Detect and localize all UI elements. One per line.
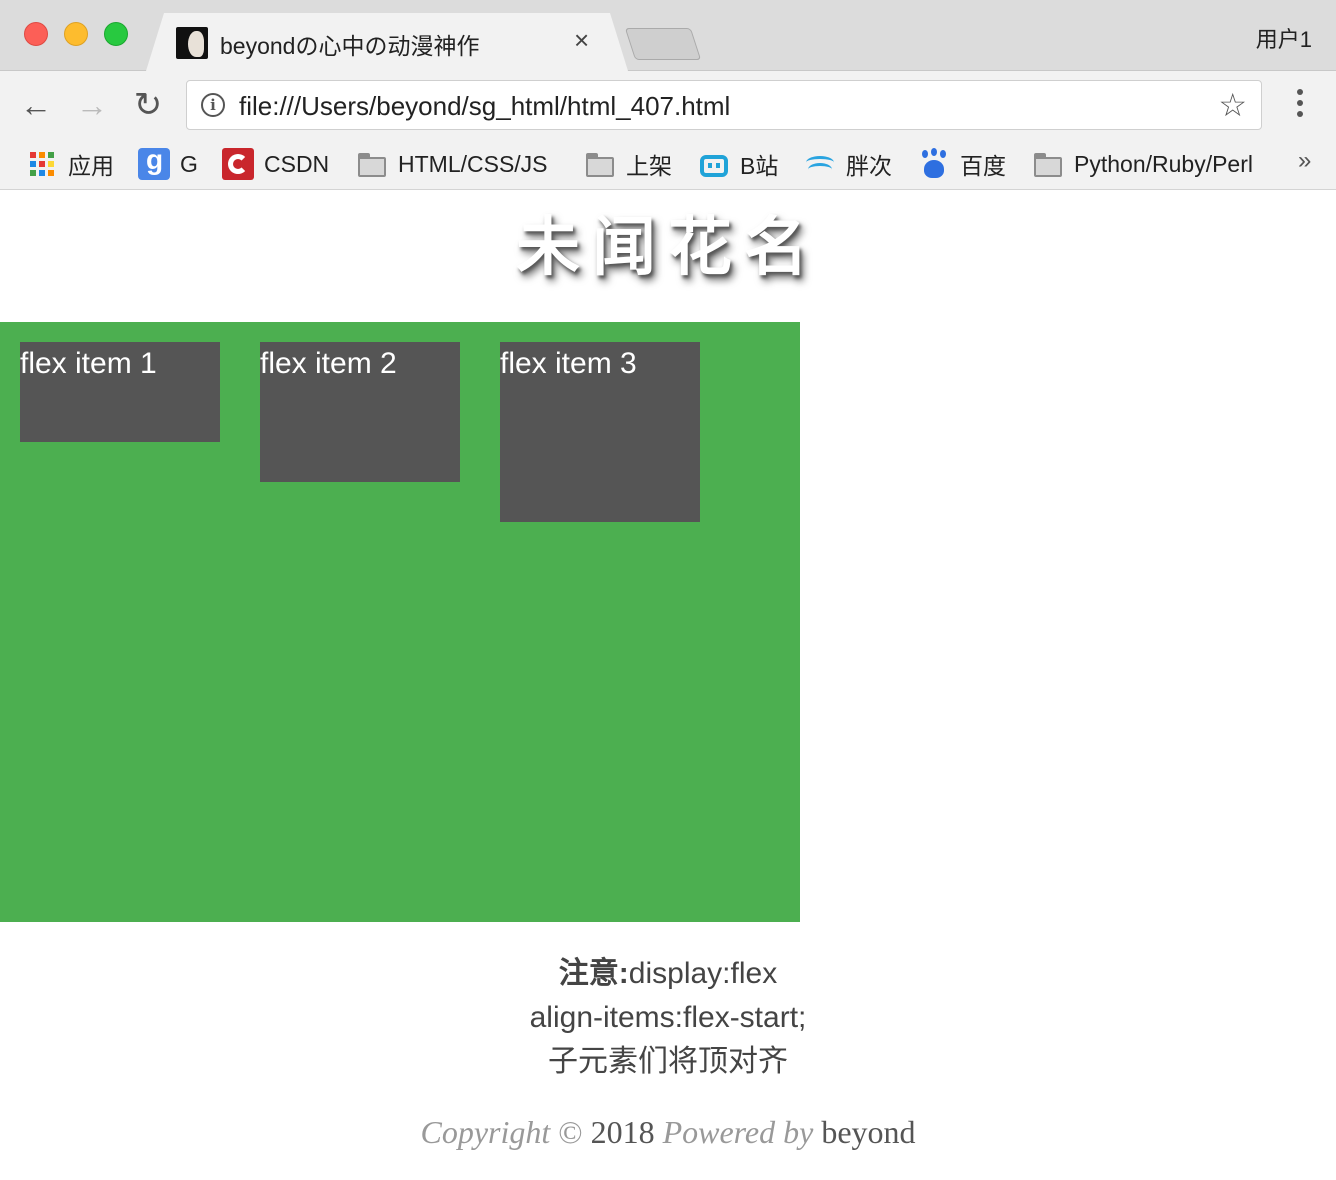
google-maps-icon <box>138 144 170 180</box>
browser-menu-icon[interactable] <box>1290 89 1310 123</box>
close-window-button[interactable] <box>24 22 48 46</box>
bookmark-label: B站 <box>740 153 779 179</box>
pangci-icon <box>804 148 836 180</box>
note-line-2: align-items:flex-start; <box>529 1001 807 1034</box>
bookmark-label: 上架 <box>626 153 672 179</box>
zoom-window-button[interactable] <box>104 22 128 46</box>
bookmark-label: 百度 <box>960 153 1006 179</box>
bookmark-baidu[interactable]: 百度 <box>918 147 1006 181</box>
bookmark-pangci[interactable]: 胖次 <box>804 147 892 181</box>
more-bookmarks-chevron-icon[interactable]: » <box>1298 147 1311 175</box>
flex-item: flex item 1 <box>20 342 220 442</box>
bookmark-label: 应用 <box>68 153 114 179</box>
url-text[interactable]: file:///Users/beyond/sg_html/html_407.ht… <box>239 91 730 122</box>
note-block: 注意:display:flex align-items:flex-start; … <box>0 952 1336 1084</box>
bookmark-g[interactable]: G <box>138 144 198 181</box>
minimize-window-button[interactable] <box>64 22 88 46</box>
folder-icon <box>1032 148 1064 180</box>
folder-icon <box>584 148 616 180</box>
csdn-icon <box>222 148 254 180</box>
footer-copyright-symbol: © <box>558 1114 583 1150</box>
bookmark-label: CSDN <box>264 150 330 177</box>
new-tab-button[interactable] <box>624 28 702 60</box>
bookmark-label: 胖次 <box>846 153 892 179</box>
bookmark-folder-shangjia[interactable]: 上架 <box>584 147 672 181</box>
folder-icon <box>356 148 388 180</box>
baidu-icon <box>918 148 950 180</box>
window-titlebar: beyondの心中の动漫神作 × 用户1 <box>0 0 1336 71</box>
footer-powered-by: Powered by <box>662 1114 814 1150</box>
bookmark-label: G <box>180 150 198 177</box>
flex-item: flex item 3 <box>500 342 700 522</box>
note-label: 注意: <box>558 957 629 990</box>
bookmark-folder-python-ruby-perl[interactable]: Python/Ruby/Perl <box>1032 147 1253 181</box>
note-text: display:flex <box>628 957 778 990</box>
note-line-1: 注意:display:flex <box>0 952 1336 996</box>
bookmark-star-icon[interactable]: ☆ <box>1218 87 1247 123</box>
note-line-3: 子元素们将顶对齐 <box>548 1045 788 1078</box>
browser-toolbar: ← → ↻ i file:///Users/beyond/sg_html/htm… <box>0 71 1336 141</box>
flex-container: flex item 1 flex item 2 flex item 3 <box>0 322 800 922</box>
back-arrow-icon[interactable]: ← <box>16 85 56 125</box>
flex-item: flex item 2 <box>260 342 460 482</box>
forward-arrow-icon[interactable]: → <box>72 85 112 125</box>
footer-author: beyond <box>821 1114 916 1150</box>
tab-favicon-icon <box>176 27 208 59</box>
apps-grid-icon <box>26 148 58 180</box>
bookmark-bilibili[interactable]: B站 <box>698 147 778 181</box>
bookmark-apps[interactable]: 应用 <box>26 147 114 181</box>
browser-tab-active[interactable]: beyondの心中の动漫神作 × <box>146 13 628 71</box>
reload-icon[interactable]: ↻ <box>128 85 168 125</box>
page-title: 未闻花名 <box>516 211 820 285</box>
profile-button[interactable]: 用户1 <box>1256 22 1312 54</box>
tab-title: beyondの心中の动漫神作 <box>220 33 480 59</box>
site-info-icon[interactable]: i <box>201 93 225 117</box>
footer-copyright: Copyright © 2018 Powered by beyond <box>0 1114 1336 1151</box>
bookmark-label: HTML/CSS/JS <box>398 150 548 177</box>
bookmarks-bar: 应用 G CSDN HTML/CSS/JS 上架 B站 胖次 百度 Python… <box>0 141 1336 190</box>
bookmark-csdn[interactable]: CSDN <box>222 147 329 181</box>
tab-close-icon[interactable]: × <box>574 25 589 55</box>
bookmark-label: Python/Ruby/Perl <box>1074 150 1253 177</box>
footer-year: 2018 <box>590 1114 655 1150</box>
footer-copyright-word: Copyright <box>420 1114 551 1150</box>
address-bar[interactable]: i file:///Users/beyond/sg_html/html_407.… <box>186 80 1262 130</box>
bookmark-folder-html-css-js[interactable]: HTML/CSS/JS <box>356 147 548 181</box>
bilibili-icon <box>698 148 730 180</box>
